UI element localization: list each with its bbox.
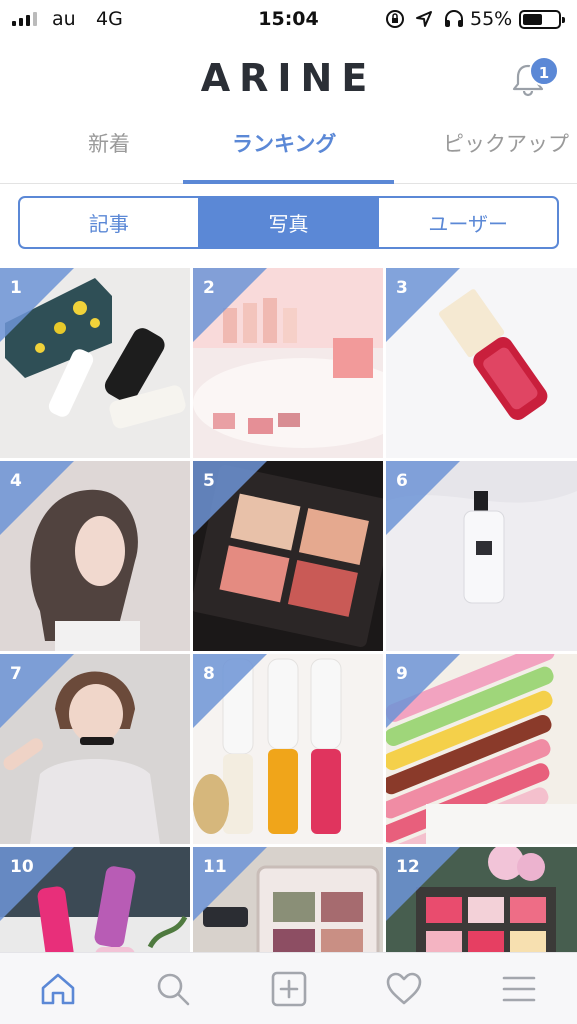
status-icons	[385, 9, 465, 29]
search-icon	[157, 973, 190, 1005]
rank-number: 3	[396, 278, 408, 298]
rank-number: 1	[10, 278, 22, 298]
rank-number: 9	[396, 664, 408, 684]
app-header: ARINE 1	[0, 38, 577, 118]
photo-tile[interactable]: 7	[0, 654, 190, 844]
status-bar: au 4G 15:04 55%	[0, 0, 577, 38]
nav-favorites[interactable]	[346, 953, 461, 1024]
favorites-icon	[386, 972, 422, 1004]
segment-users[interactable]: ユーザー	[377, 198, 557, 247]
tab-ranking[interactable]: ランキング	[232, 128, 336, 158]
photo-tile[interactable]: 6	[386, 461, 577, 651]
rank-number: 5	[203, 471, 215, 491]
photo-tile[interactable]: 5	[193, 461, 383, 651]
tab-new[interactable]: 新着	[88, 128, 130, 158]
photo-tile[interactable]: 4	[0, 461, 190, 651]
rank-number: 4	[10, 471, 22, 491]
rank-number: 8	[203, 664, 215, 684]
nav-menu[interactable]	[462, 953, 577, 1024]
rank-number: 2	[203, 278, 215, 298]
location-icon	[416, 11, 432, 27]
photo-tile[interactable]: 1	[0, 268, 190, 458]
top-tabs: 新着 ランキング ピックアップ	[0, 118, 577, 184]
content-type-segmented-control: 記事 写真 ユーザー	[18, 196, 559, 249]
screen: au 4G 15:04 55% ARINE 1 新着 ランキング ピックアップ …	[0, 0, 577, 1024]
headphones-icon	[445, 10, 463, 27]
nav-add-post[interactable]	[231, 953, 346, 1024]
notification-badge: 1	[529, 56, 559, 86]
photo-tile[interactable]: 8	[193, 654, 383, 844]
active-tab-indicator	[183, 180, 394, 184]
rank-number: 12	[396, 857, 420, 877]
battery-icon	[519, 10, 565, 29]
app-logo: ARINE	[200, 56, 377, 100]
segment-articles[interactable]: 記事	[20, 198, 198, 247]
nav-search[interactable]	[115, 953, 230, 1024]
photo-tile[interactable]: 2	[193, 268, 383, 458]
rank-number: 11	[203, 857, 227, 877]
photo-tile[interactable]: 3	[386, 268, 577, 458]
photo-tile[interactable]: 9	[386, 654, 577, 844]
menu-icon	[503, 976, 536, 1001]
bottom-tab-bar	[0, 952, 577, 1024]
add-post-icon	[271, 971, 306, 1006]
rank-number: 7	[10, 664, 22, 684]
tab-pickup[interactable]: ピックアップ	[443, 128, 569, 158]
nav-home[interactable]	[0, 953, 115, 1024]
battery-percent: 55%	[470, 8, 513, 30]
rank-number: 6	[396, 471, 408, 491]
home-icon	[41, 973, 75, 1004]
orientation-lock-icon	[386, 10, 404, 28]
segment-photos[interactable]: 写真	[197, 198, 378, 247]
rank-number: 10	[10, 857, 34, 877]
photo-ranking-grid: 1 2 3 4 5 6 7 8 9 10 11 12	[0, 268, 577, 1024]
